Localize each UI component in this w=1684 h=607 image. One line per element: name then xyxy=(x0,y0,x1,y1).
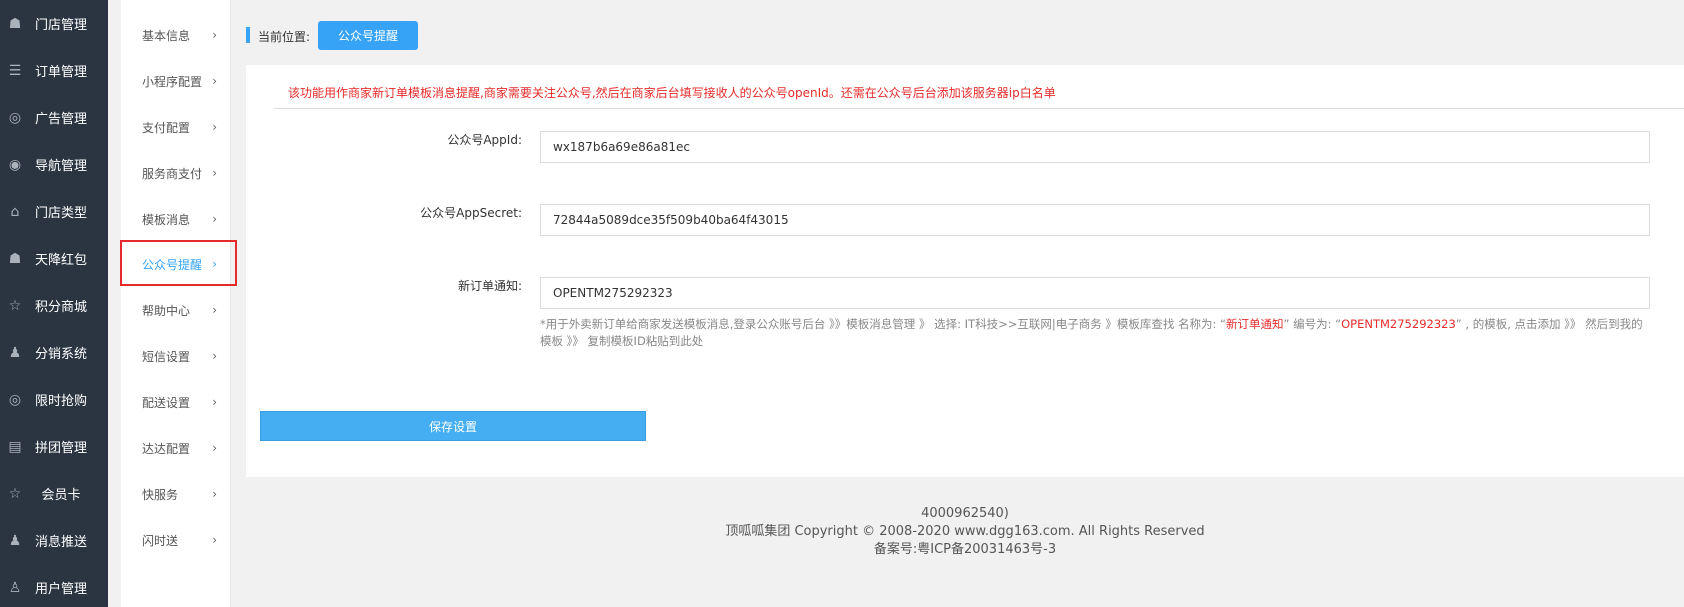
chevron-right-icon: › xyxy=(212,349,217,363)
settings-panel: 该功能用作商家新订单模板消息提醒,商家需要关注公众号,然后在商家后台填写接收人的… xyxy=(246,65,1684,477)
hint-text: ” 编号为: “ xyxy=(1283,317,1342,331)
redpacket-icon: ☗ xyxy=(8,250,22,267)
sidebar-item-group-buy[interactable]: ▤ 拼团管理 xyxy=(0,423,108,470)
subnav-item-label: 配送设置 xyxy=(142,395,191,410)
divider xyxy=(274,108,1684,109)
sidebar-item-label: 门店类型 xyxy=(34,206,87,221)
sidebar-item-navigation[interactable]: ◉ 导航管理 xyxy=(0,141,108,188)
notice-text: 该功能用作商家新订单模板消息提醒,商家需要关注公众号,然后在商家后台填写接收人的… xyxy=(288,86,1056,100)
footer-icp: 备案号:粤ICP备20031463号-3 xyxy=(873,542,1057,557)
star-icon: ☆ xyxy=(8,297,22,314)
sidebar-item-member-card[interactable]: ☆ 会员卡 xyxy=(0,470,108,517)
subnav-item-label: 短信设置 xyxy=(142,349,191,364)
sidebar-item-label: 导航管理 xyxy=(34,159,87,174)
hint-template-code: OPENTM275292323 xyxy=(1341,317,1456,331)
subnav-item-label: 快服务 xyxy=(142,487,179,502)
appsecret-input[interactable] xyxy=(540,204,1650,236)
sidebar-item-store-type[interactable]: ⌂ 门店类型 xyxy=(0,188,108,235)
chevron-right-icon: › xyxy=(212,74,217,88)
sidebar-item-label: 用户管理 xyxy=(34,582,87,597)
subnav-item-sms-settings[interactable]: 短信设置 › xyxy=(121,333,231,379)
sidebar-item-label: 天降红包 xyxy=(34,253,87,268)
chevron-right-icon: › xyxy=(212,441,217,455)
breadcrumb-current[interactable]: 公众号提醒 xyxy=(318,21,418,50)
subnav-item-flash-delivery[interactable]: 闪时送 › xyxy=(121,517,231,563)
sidebar-item-label: 广告管理 xyxy=(34,112,87,127)
subnav-item-label: 模板消息 xyxy=(142,212,191,227)
subnav-item-delivery-settings[interactable]: 配送设置 › xyxy=(121,379,231,425)
hint-text: *用于外卖新订单给商家发送模板消息,登录公众账号后台 》》模板消息管理 》 选择… xyxy=(540,317,1227,331)
subnav-item-label: 达达配置 xyxy=(142,441,191,456)
lifebuoy-icon: ◎ xyxy=(8,109,22,126)
new-order-template-input[interactable] xyxy=(540,277,1650,309)
sidebar-item-orders[interactable]: ☰ 订单管理 xyxy=(0,47,108,94)
active-highlight-box xyxy=(120,240,237,286)
subnav-item-label: 帮助中心 xyxy=(142,303,191,318)
chevron-right-icon: › xyxy=(212,28,217,42)
compass-icon: ◉ xyxy=(8,156,22,173)
sub-sidebar: 基本信息 › 小程序配置 › 支付配置 › 服务商支付 › 模板消息 › 公众号… xyxy=(121,0,231,607)
chevron-right-icon: › xyxy=(212,212,217,226)
user-icon: ♙ xyxy=(8,579,22,596)
subnav-item-miniapp-config[interactable]: 小程序配置 › xyxy=(121,58,231,104)
sidebar-item-distribution[interactable]: ♟ 分销系统 xyxy=(0,329,108,376)
list-icon: ☰ xyxy=(8,62,22,79)
footer-copyright: 顶呱呱集团 Copyright © 2008-2020 www.dgg163.c… xyxy=(725,524,1205,539)
sidebar-item-label: 门店管理 xyxy=(34,18,87,33)
sidebar-item-label: 会员卡 xyxy=(41,488,81,503)
chevron-right-icon: › xyxy=(212,533,217,547)
template-hint: *用于外卖新订单给商家发送模板消息,登录公众账号后台 》》模板消息管理 》 选择… xyxy=(540,316,1650,350)
sidebar-item-label: 分销系统 xyxy=(34,347,87,362)
breadcrumb-marker xyxy=(246,27,250,43)
save-settings-button[interactable]: 保存设置 xyxy=(260,411,646,441)
sidebar-item-points-mall[interactable]: ☆ 积分商城 xyxy=(0,282,108,329)
hint-template-name: 新订单通知 xyxy=(1226,317,1284,331)
chevron-right-icon: › xyxy=(212,120,217,134)
appid-label: 公众号AppId: xyxy=(447,133,522,147)
sidebar-item-users[interactable]: ♙ 用户管理 xyxy=(0,564,108,607)
breadcrumb-label: 当前位置: xyxy=(258,30,311,44)
chevron-right-icon: › xyxy=(212,166,217,180)
store-icon: ☗ xyxy=(8,15,22,32)
subnav-item-label: 基本信息 xyxy=(142,28,191,43)
newspaper-icon: ▤ xyxy=(8,438,22,455)
subnav-item-help-center[interactable]: 帮助中心 › xyxy=(121,287,231,333)
sidebar-item-ads[interactable]: ◎ 广告管理 xyxy=(0,94,108,141)
clock-icon: ◎ xyxy=(8,391,22,408)
sidebar-item-store[interactable]: ☗ 门店管理 xyxy=(0,0,108,47)
users-icon: ♟ xyxy=(8,344,22,361)
bank-icon: ⌂ xyxy=(10,203,20,220)
subnav-item-basic-info[interactable]: 基本信息 › xyxy=(121,12,231,58)
subnav-item-label: 支付配置 xyxy=(142,120,191,135)
sidebar-item-label: 拼团管理 xyxy=(34,441,87,456)
sidebar-item-redpacket[interactable]: ☗ 天降红包 xyxy=(0,235,108,282)
footer: 4000962540) 顶呱呱集团 Copyright © 2008-2020 … xyxy=(246,505,1684,559)
subnav-item-label: 小程序配置 xyxy=(142,74,203,89)
appsecret-label: 公众号AppSecret: xyxy=(420,206,522,220)
chevron-right-icon: › xyxy=(212,395,217,409)
sidebar-item-label: 限时抢购 xyxy=(34,394,87,409)
users-icon: ♟ xyxy=(8,532,22,549)
sidebar-item-label: 消息推送 xyxy=(34,535,87,550)
sidebar-item-flash-sale[interactable]: ◎ 限时抢购 xyxy=(0,376,108,423)
footer-phone: 4000962540) xyxy=(921,506,1009,521)
main-sidebar: ☗ 门店管理 ☰ 订单管理 ◎ 广告管理 ◉ 导航管理 ⌂ 门店类型 ☗ 天降红… xyxy=(0,0,108,607)
subnav-item-provider-payment[interactable]: 服务商支付 › xyxy=(121,150,231,196)
sidebar-item-push[interactable]: ♟ 消息推送 xyxy=(0,517,108,564)
appid-input[interactable] xyxy=(540,131,1650,163)
subnav-item-quick-service[interactable]: 快服务 › xyxy=(121,471,231,517)
subnav-item-label: 闪时送 xyxy=(142,533,179,548)
subnav-item-label: 服务商支付 xyxy=(142,166,203,181)
chevron-right-icon: › xyxy=(212,303,217,317)
sidebar-item-label: 积分商城 xyxy=(34,300,87,315)
new-order-label: 新订单通知: xyxy=(457,279,522,293)
subnav-item-dada-config[interactable]: 达达配置 › xyxy=(121,425,231,471)
subnav-item-template-message[interactable]: 模板消息 › xyxy=(121,196,231,242)
chevron-right-icon: › xyxy=(212,487,217,501)
star-icon: ☆ xyxy=(8,485,22,502)
subnav-item-payment-config[interactable]: 支付配置 › xyxy=(121,104,231,150)
sidebar-item-label: 订单管理 xyxy=(34,65,87,80)
